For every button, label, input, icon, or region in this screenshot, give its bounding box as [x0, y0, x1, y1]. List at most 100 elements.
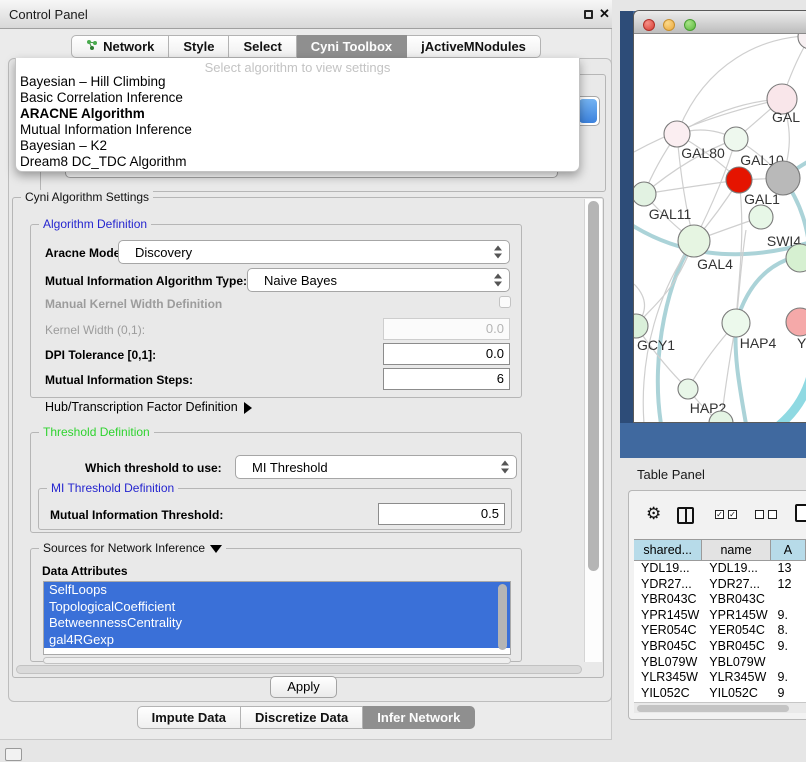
minimized-panel-icon[interactable] [5, 748, 22, 761]
algorithm-option-bayesian-hill-climbing[interactable]: Bayesian – Hill Climbing [16, 74, 579, 90]
table-scrollbar-thumb[interactable] [637, 705, 789, 712]
algorithm-option-bayesian-k2[interactable]: Bayesian – K2 [16, 138, 579, 154]
network-node-hap2[interactable] [678, 379, 698, 399]
network-node-label: Y [797, 335, 806, 351]
network-node-gal11[interactable] [634, 182, 656, 206]
network-node-y[interactable] [786, 308, 806, 336]
tab-jactivemnodules-label: jActiveMNodules [421, 36, 526, 57]
table-row[interactable]: YBL079WYBL079W [634, 655, 806, 671]
table-panel-window: ⚙ ✓ ✓ shared...nameA YDL19...YDL19...13Y… [628, 490, 806, 720]
network-node-hap4[interactable] [722, 309, 750, 337]
table-cell: YBR045C [634, 639, 702, 655]
table-cell: YER054C [702, 623, 770, 639]
table-row[interactable]: YDL19...YDL19...13 [634, 561, 806, 577]
mi-type-label: Mutual Information Algorithm Type: [45, 274, 247, 288]
mac-zoom-icon[interactable] [684, 19, 696, 31]
attributes-list-scrollbar-thumb[interactable] [498, 584, 507, 650]
column-header-name[interactable]: name [702, 540, 770, 560]
network-view-window: GALGAL80GAL10GAL1GAL11GAL4SWI4GCY1HAP4YH… [633, 10, 806, 423]
tab-network[interactable]: Network [71, 35, 169, 58]
attribute-item-betweennesscentrality[interactable]: BetweennessCentrality [44, 615, 510, 632]
data-attributes-list[interactable]: SelfLoopsTopologicalCoefficientBetweenne… [43, 581, 511, 655]
control-panel-title: Control Panel [9, 7, 88, 22]
table-cell: YBR045C [702, 639, 770, 655]
network-node-gal1[interactable] [726, 167, 752, 193]
data-attributes-label: Data Attributes [42, 564, 128, 578]
tab-impute-data-label: Impute Data [152, 707, 226, 728]
gear-icon[interactable]: ⚙ [646, 504, 661, 524]
table-row[interactable]: YPR145WYPR145W9. [634, 608, 806, 624]
table-row[interactable]: YBR045CYBR045C9. [634, 639, 806, 655]
mi-steps-field[interactable]: 6 [383, 368, 510, 390]
manual-kernel-checkbox[interactable] [499, 296, 511, 308]
control-panel-titlebar: Control Panel ✕ [0, 0, 612, 29]
attributes-list-horizontal-scrollbar[interactable] [43, 657, 511, 664]
algorithm-option-basic-correlation-inference[interactable]: Basic Correlation Inference [16, 90, 579, 106]
apply-button[interactable]: Apply [270, 676, 337, 698]
dpi-tolerance-label: DPI Tolerance [0,1]: [45, 348, 156, 362]
close-icon[interactable]: ✕ [599, 6, 610, 22]
checked-box-icon[interactable]: ✓ [715, 510, 724, 519]
algorithm-option-mutual-information-inference[interactable]: Mutual Information Inference [16, 122, 579, 138]
table-cell: YLR345W [634, 670, 702, 686]
algorithm-option-dream8-dc-tdc-algorithm[interactable]: Dream8 DC_TDC Algorithm [16, 154, 579, 170]
hub-definition-toggle[interactable]: Hub/Transcription Factor Definition [45, 400, 252, 414]
new-table-icon[interactable] [795, 504, 806, 522]
settings-horizontal-scrollbar[interactable] [16, 665, 582, 674]
algorithm-popup-items: Bayesian – Hill ClimbingBasic Correlatio… [16, 74, 579, 170]
tab-cyni-toolbox[interactable]: Cyni Toolbox [297, 35, 407, 58]
aracne-mode-combo[interactable]: Discovery [118, 240, 510, 264]
tab-select[interactable]: Select [229, 35, 296, 58]
network-node[interactable] [766, 161, 800, 195]
network-canvas[interactable]: GALGAL80GAL10GAL1GAL11GAL4SWI4GCY1HAP4YH… [634, 34, 806, 423]
attribute-item-gal4rgexp[interactable]: gal4RGexp [44, 632, 510, 649]
table-row[interactable]: YIL052CYIL052C9 [634, 686, 806, 702]
tab-style[interactable]: Style [169, 35, 229, 58]
which-threshold-combo[interactable]: MI Threshold [235, 455, 517, 479]
settings-vertical-scrollbar[interactable] [584, 199, 602, 662]
table-row[interactable]: YER054CYER054C8. [634, 623, 806, 639]
unchecked-box-icon[interactable] [768, 510, 777, 519]
collapsed-arrow-icon[interactable] [244, 402, 252, 414]
attribute-item-topologicalcoefficient[interactable]: TopologicalCoefficient [44, 599, 510, 616]
network-node-label: GAL80 [681, 145, 725, 161]
unchecked-box-icon[interactable] [755, 510, 764, 519]
expanded-arrow-icon[interactable] [210, 545, 222, 553]
network-node-gal10[interactable] [724, 127, 748, 151]
mac-close-icon[interactable] [643, 19, 655, 31]
settings-scrollbar-thumb[interactable] [588, 201, 599, 571]
network-node-gal4[interactable] [678, 225, 710, 257]
mi-type-combo[interactable]: Naive Bayes [247, 268, 510, 292]
tab-discretize-data[interactable]: Discretize Data [241, 706, 363, 729]
tab-infer-network[interactable]: Infer Network [363, 706, 475, 729]
select-columns-icon[interactable] [677, 507, 694, 524]
mi-type-value: Naive Bayes [264, 273, 337, 288]
table-toolbar: ⚙ ✓ ✓ [629, 491, 806, 539]
network-node-swi4[interactable] [749, 205, 773, 229]
table-horizontal-scrollbar[interactable] [634, 702, 806, 713]
table-row[interactable]: YLR345WYLR345W9. [634, 670, 806, 686]
network-node[interactable] [798, 34, 806, 49]
network-node-gcy1[interactable] [634, 314, 648, 338]
float-window-icon[interactable] [584, 10, 593, 19]
table-cell: 12 [771, 577, 806, 593]
checked-box-icon[interactable]: ✓ [728, 510, 737, 519]
attribute-item-selfloops[interactable]: SelfLoops [44, 582, 510, 599]
column-header-a[interactable]: A [771, 540, 806, 560]
kernel-width-field[interactable]: 0.0 [383, 318, 510, 340]
network-node-gal80[interactable] [664, 121, 690, 147]
aracne-mode-label: Aracne Mode: [45, 246, 124, 260]
mi-threshold-field[interactable]: 0.5 [378, 503, 505, 525]
table-row[interactable]: YBR043CYBR043C [634, 592, 806, 608]
network-edge [776, 372, 806, 423]
table-row[interactable]: YDR27...YDR27...12 [634, 577, 806, 593]
tab-impute-data[interactable]: Impute Data [137, 706, 241, 729]
mac-minimize-icon[interactable] [663, 19, 675, 31]
table-header-row: shared...nameA [634, 539, 806, 561]
dpi-tolerance-field[interactable]: 0.0 [383, 343, 510, 365]
tab-jactivemnodules[interactable]: jActiveMNodules [407, 35, 541, 58]
tab-style-label: Style [183, 36, 214, 57]
column-header-shared[interactable]: shared... [634, 540, 702, 560]
algorithm-option-aracne-algorithm[interactable]: ARACNE Algorithm [16, 106, 579, 122]
mi-threshold-label: Mutual Information Threshold: [50, 508, 223, 522]
